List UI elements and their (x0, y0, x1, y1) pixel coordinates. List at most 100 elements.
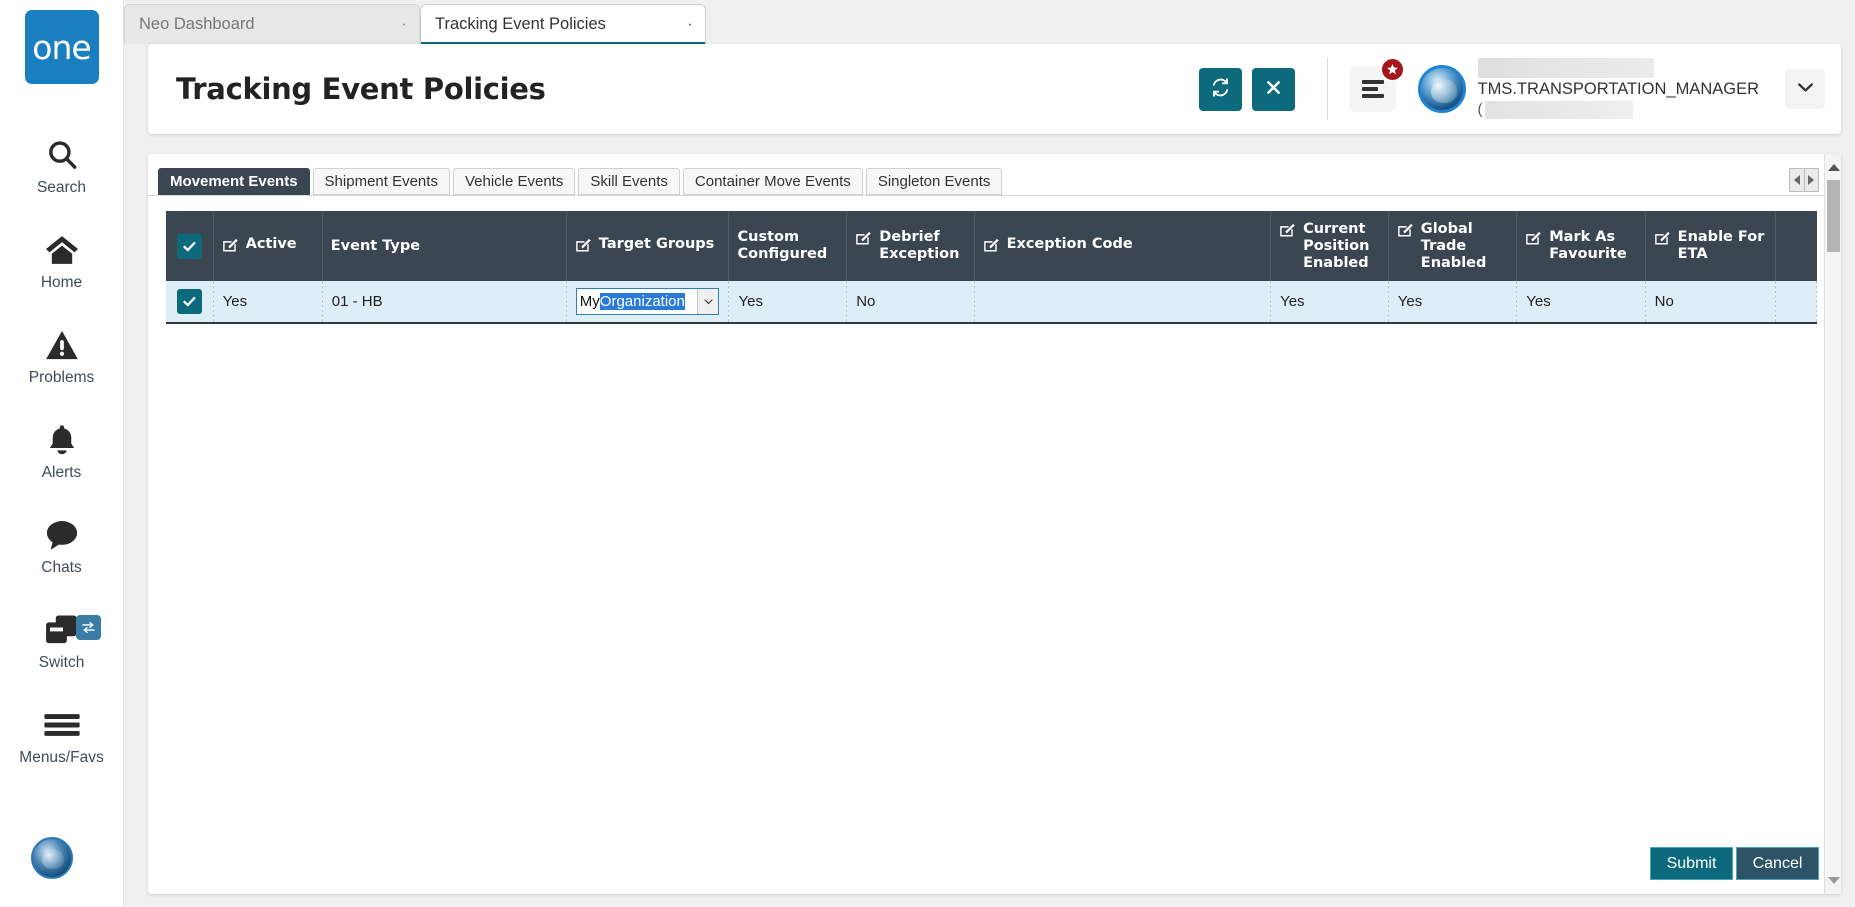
row-select-cell[interactable] (166, 281, 214, 324)
list-menu-button[interactable] (1349, 57, 1405, 112)
column-header-label: Debrief Exception (879, 229, 960, 262)
column-header-mark-as-favourite[interactable]: Mark As Favourite (1516, 211, 1646, 281)
list-menu-icon (1361, 77, 1384, 101)
close-button[interactable] (1251, 67, 1295, 111)
tab-container-move-events[interactable]: Container Move Events (682, 168, 863, 195)
chat-bubble-icon (44, 514, 80, 556)
column-header-active[interactable]: Active (213, 211, 323, 281)
cell-global-trade-enabled[interactable]: Yes (1388, 281, 1518, 324)
redacted-user-field-top (1477, 58, 1654, 78)
cell-spacer (1775, 281, 1817, 324)
footer-actions: Submit Cancel (1650, 847, 1819, 880)
arrow-left-icon[interactable] (1790, 169, 1805, 191)
home-icon (44, 229, 80, 271)
column-header-custom-configured[interactable]: Custom Configured (728, 211, 848, 281)
cell-debrief-exception[interactable]: No (846, 281, 975, 324)
column-header-debrief-exception[interactable]: Debrief Exception (846, 211, 975, 281)
sidebar-item-label: Menus/Favs (19, 749, 104, 766)
checkmark-icon[interactable] (176, 233, 202, 259)
close-circle-icon[interactable] (387, 16, 405, 34)
user-sub-prefix: ( (1477, 101, 1483, 118)
main-content-card: Movement Events Shipment Events Vehicle … (148, 154, 1841, 894)
user-menu-button[interactable] (1785, 69, 1825, 109)
tab-label: Skill Events (590, 173, 668, 190)
chevron-down-icon[interactable] (697, 289, 719, 314)
switch-windows-icon (44, 609, 80, 651)
bell-icon (47, 419, 77, 461)
grid-table: Active Event Type Target Groups Custom C… (166, 211, 1817, 324)
swap-arrows-icon[interactable] (76, 615, 101, 640)
submit-button[interactable]: Submit (1650, 847, 1733, 880)
edit-pencil-icon (983, 236, 1000, 257)
sidebar-item-menus-favs[interactable]: Menus/Favs (0, 688, 123, 783)
cell-event-type[interactable]: 01 - HB (322, 281, 567, 324)
cell-target-groups[interactable]: My Organization (566, 281, 730, 324)
checkmark-icon[interactable] (176, 289, 202, 314)
column-header-exception-code[interactable]: Exception Code (974, 211, 1272, 281)
sidebar-item-chats[interactable]: Chats (0, 498, 123, 593)
close-circle-icon[interactable] (673, 16, 691, 34)
tab-bar-rule (148, 195, 1841, 196)
cell-mark-as-favourite[interactable]: Yes (1516, 281, 1646, 324)
column-header-label: Mark As Favourite (1549, 229, 1627, 262)
chevron-down-icon (1797, 80, 1814, 98)
target-groups-input[interactable]: My Organization (577, 289, 698, 314)
sidebar-item-search[interactable]: Search (0, 118, 123, 213)
column-header-label: Current Position Enabled (1303, 220, 1370, 271)
column-header-label: Enable For ETA (1677, 229, 1765, 262)
warning-triangle-icon (45, 324, 79, 366)
table-row[interactable]: Yes 01 - HB My Organization Yes No Yes Y… (166, 281, 1817, 324)
tab-vehicle-events[interactable]: Vehicle Events (452, 168, 576, 195)
tab-label: Singleton Events (877, 173, 991, 190)
page-title: Tracking Event Policies (176, 72, 546, 106)
app-root: one Search Home Problems Alerts Chats Sw… (0, 0, 1855, 907)
grid-header-row: Active Event Type Target Groups Custom C… (166, 211, 1817, 281)
cell-custom-configured[interactable]: Yes (728, 281, 848, 324)
cancel-button[interactable]: Cancel (1736, 847, 1819, 880)
redacted-user-field-bottom (1484, 101, 1633, 119)
sidebar-item-problems[interactable]: Problems (0, 308, 123, 403)
column-header-event-type[interactable]: Event Type (322, 211, 567, 281)
cell-active[interactable]: Yes (213, 281, 323, 324)
column-header-enable-for-eta[interactable]: Enable For ETA (1645, 211, 1777, 281)
sidebar-item-label: Switch (38, 654, 85, 671)
page-body: Tracking Event Policies TMS.TRANSPORTATI… (124, 44, 1855, 907)
page-header-card: Tracking Event Policies TMS.TRANSPORTATI… (148, 44, 1841, 134)
browser-tab-tracking-event-policies[interactable]: Tracking Event Policies (420, 4, 706, 45)
browser-tab-strip: Neo Dashboard Tracking Event Policies (124, 0, 1855, 45)
avatar[interactable] (1417, 65, 1466, 113)
one-logo[interactable]: one (24, 10, 99, 84)
arrow-down-icon[interactable] (1825, 872, 1842, 889)
tab-singleton-events[interactable]: Singleton Events (865, 168, 1003, 195)
tab-label: Vehicle Events (464, 173, 564, 190)
column-header-global-trade-enabled[interactable]: Global Trade Enabled (1388, 211, 1518, 281)
browser-tab-label: Tracking Event Policies (435, 15, 606, 33)
avatar[interactable] (31, 837, 73, 879)
refresh-button[interactable] (1198, 67, 1242, 111)
horizontal-scroll-controls[interactable] (1789, 168, 1819, 192)
tab-skill-events[interactable]: Skill Events (578, 168, 680, 195)
cell-current-position-enabled[interactable]: Yes (1270, 281, 1389, 324)
column-header-target-groups[interactable]: Target Groups (566, 211, 730, 281)
user-info: TMS.TRANSPORTATION_MANAGER ( (1477, 58, 1759, 120)
sidebar-item-alerts[interactable]: Alerts (0, 403, 123, 498)
hamburger-icon (43, 704, 81, 746)
tab-shipment-events[interactable]: Shipment Events (312, 168, 450, 195)
browser-tab-neo-dashboard[interactable]: Neo Dashboard (124, 4, 420, 44)
data-grid: Active Event Type Target Groups Custom C… (166, 211, 1817, 324)
target-groups-combobox[interactable]: My Organization (575, 288, 720, 315)
scrollbar-thumb[interactable] (1827, 180, 1840, 252)
column-header-label: Target Groups (598, 235, 715, 252)
sidebar-item-home[interactable]: Home (0, 213, 123, 308)
vertical-scrollbar[interactable] (1824, 154, 1841, 894)
cell-enable-for-eta[interactable]: No (1645, 281, 1777, 324)
sidebar-item-switch[interactable]: Switch (0, 593, 123, 688)
column-header-label: Custom Configured (737, 229, 828, 262)
tab-movement-events[interactable]: Movement Events (158, 168, 310, 195)
edit-pencil-icon (855, 229, 872, 250)
rail-item-list: Search Home Problems Alerts Chats Switch… (0, 118, 123, 783)
arrow-right-icon[interactable] (1805, 169, 1819, 191)
column-header-current-position-enabled[interactable]: Current Position Enabled (1270, 211, 1389, 281)
arrow-up-icon[interactable] (1825, 159, 1842, 176)
cell-exception-code[interactable] (974, 281, 1272, 324)
